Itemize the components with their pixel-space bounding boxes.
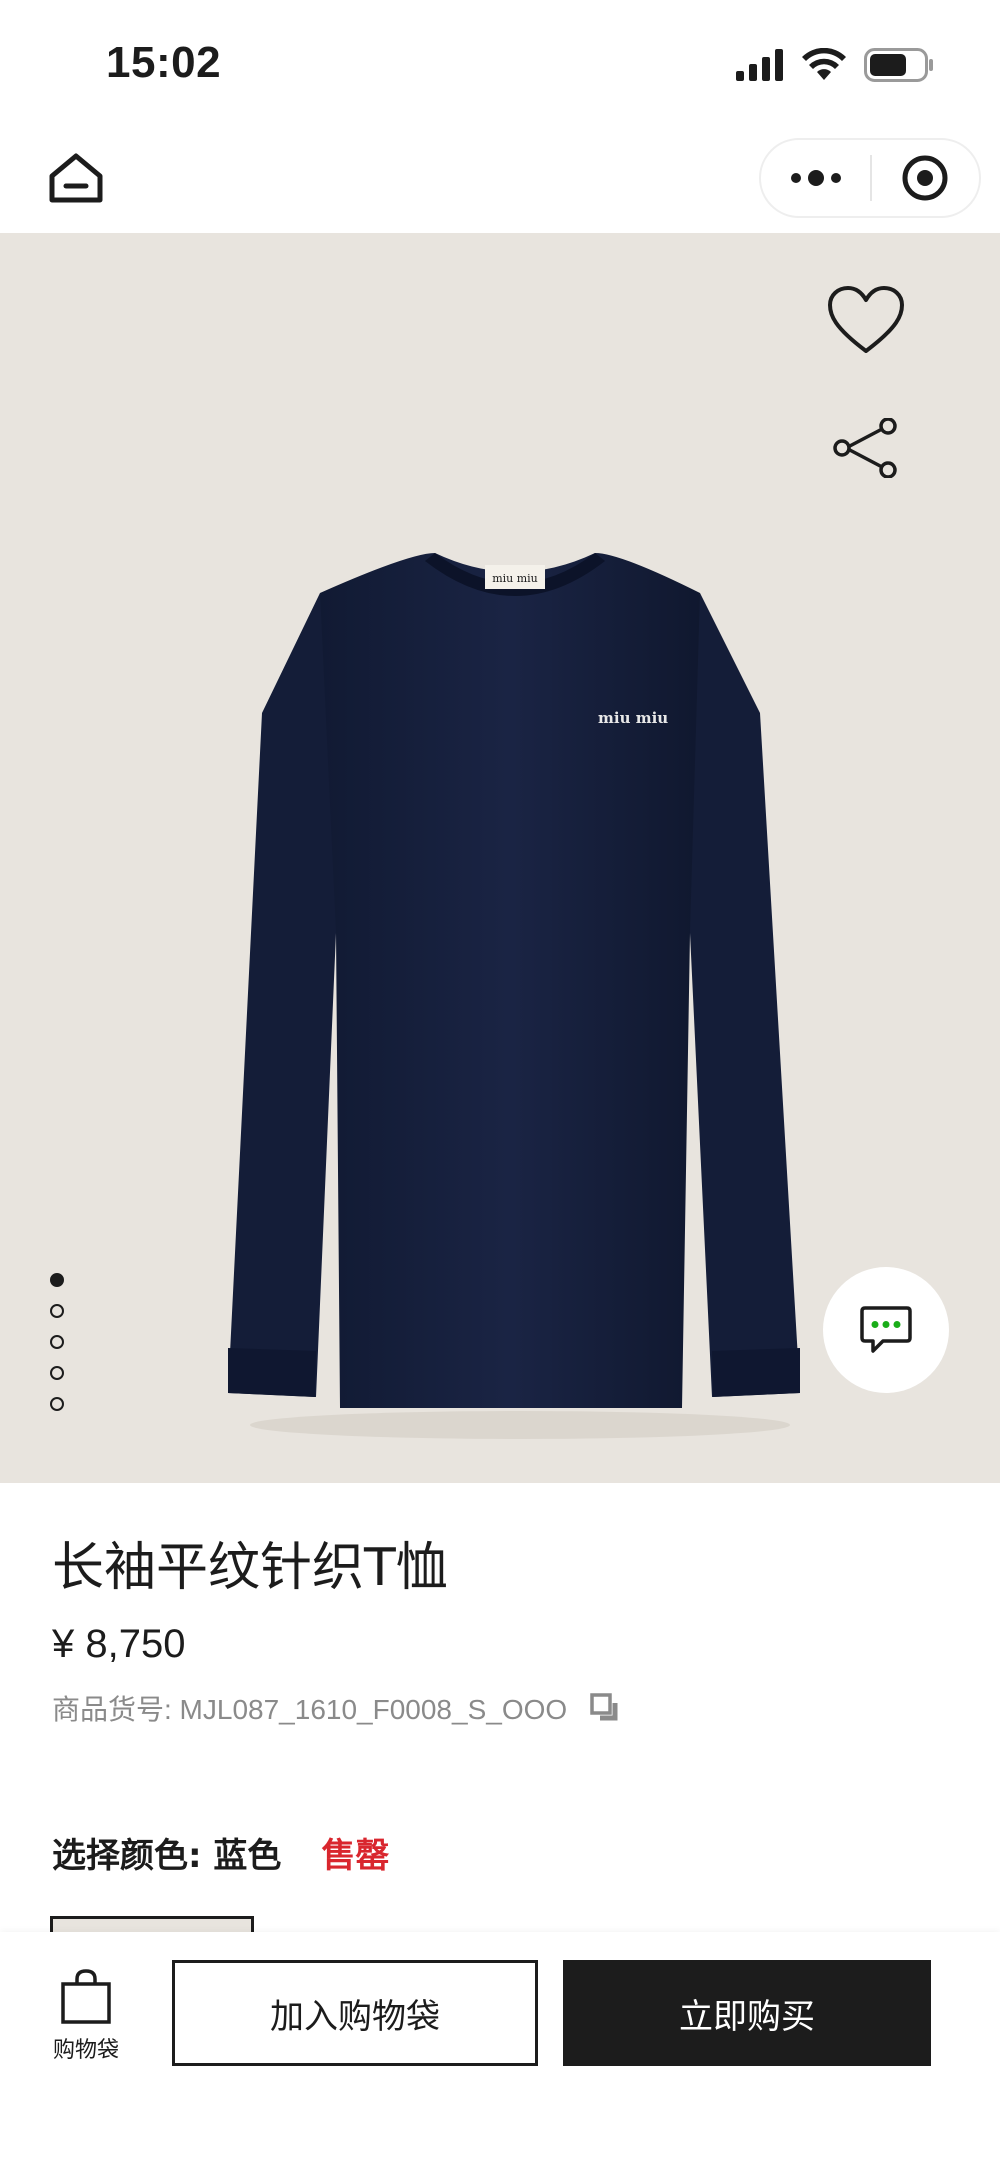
carousel-dots xyxy=(50,1273,66,1428)
carousel-dot[interactable] xyxy=(50,1335,64,1349)
shopping-bag-label: 购物袋 xyxy=(52,2038,119,2063)
carousel-dot[interactable] xyxy=(50,1273,64,1287)
chest-logo-text: miu miu xyxy=(598,709,668,727)
product-price: ¥ 8,750 xyxy=(52,1622,186,1666)
share-icon xyxy=(833,417,897,479)
status-icons xyxy=(736,48,934,82)
battery-icon xyxy=(864,48,933,82)
status-time: 15:02 xyxy=(106,38,222,87)
heart-icon xyxy=(828,286,904,353)
add-to-bag-button[interactable]: 加入购物袋 xyxy=(172,1960,538,2066)
color-selector-row: 选择颜色: 蓝色 售罄 xyxy=(52,1828,389,1877)
home-button[interactable] xyxy=(48,150,104,206)
more-button[interactable] xyxy=(761,140,870,216)
carousel-dot[interactable] xyxy=(50,1366,64,1380)
status-bar: 15:02 xyxy=(0,0,1000,130)
carousel-dot[interactable] xyxy=(50,1397,64,1411)
neck-label-text: miu miu xyxy=(492,572,538,585)
sku-text: 商品货号: MJL087_1610_F0008_S_OOO xyxy=(52,1694,568,1725)
product-title: 长袖平纹针织T恤 xyxy=(52,1538,448,1598)
close-target-icon xyxy=(902,155,948,201)
favorite-button[interactable] xyxy=(826,285,906,357)
shopping-bag-button[interactable]: 购物袋 xyxy=(44,1968,128,2078)
shopping-bag-icon xyxy=(61,1969,111,2024)
miniprogram-capsule xyxy=(759,138,981,218)
home-icon xyxy=(49,153,103,203)
customer-service-button[interactable] xyxy=(823,1267,949,1393)
signal-icon xyxy=(736,49,783,81)
sold-out-badge: 售罄 xyxy=(321,1836,390,1876)
sku-row: 商品货号: MJL087_1610_F0008_S_OOO xyxy=(52,1688,621,1728)
chat-icon xyxy=(860,1306,912,1353)
share-button[interactable] xyxy=(832,417,900,479)
bottom-action-bar: 购物袋 加入购物袋 立即购买 xyxy=(0,1932,1000,2165)
nav-bar xyxy=(0,130,1000,233)
close-miniprogram-button[interactable] xyxy=(872,140,979,216)
product-image-carousel[interactable]: miu miu miu miu xyxy=(0,233,1000,1483)
more-icon xyxy=(790,170,841,186)
wifi-icon xyxy=(802,48,846,80)
buy-now-button[interactable]: 立即购买 xyxy=(563,1960,931,2066)
copy-icon[interactable] xyxy=(589,1692,621,1724)
carousel-dot[interactable] xyxy=(50,1304,64,1318)
color-label: 选择颜色: 蓝色 xyxy=(52,1836,282,1876)
product-image: miu miu miu miu xyxy=(228,553,800,1439)
